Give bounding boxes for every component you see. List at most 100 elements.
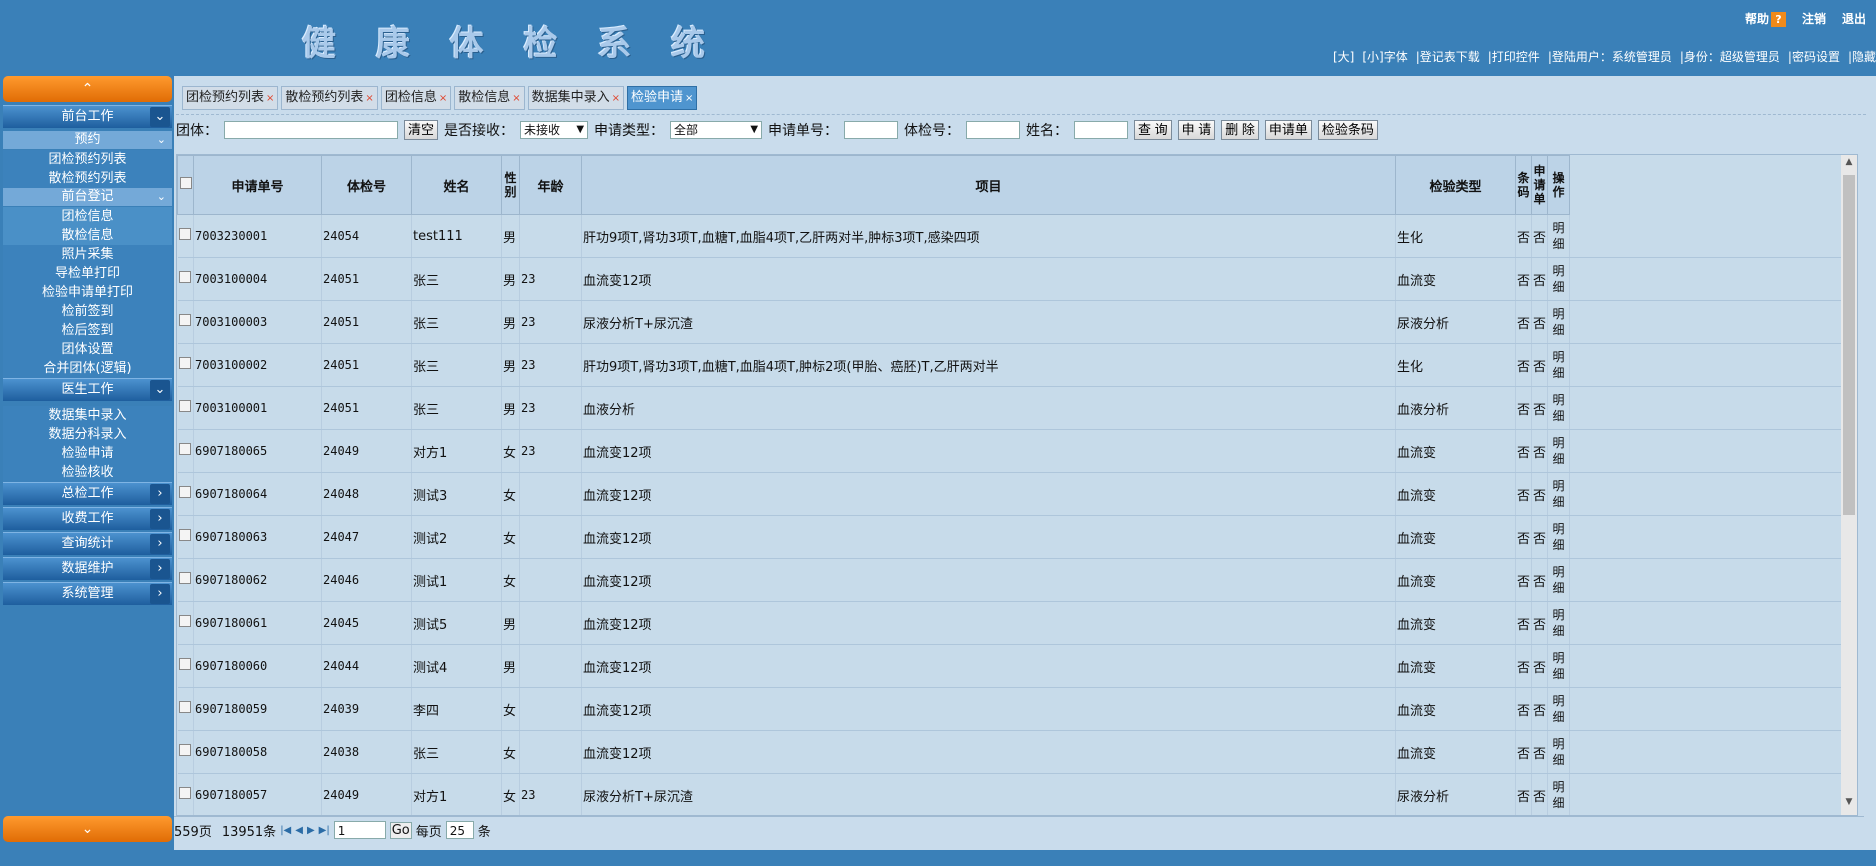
sidebar-item-individual-info[interactable]: 散检信息 — [3, 226, 172, 245]
sidebar-scroll-up-button[interactable]: ⌃ — [3, 76, 172, 102]
table-row[interactable]: 6907180065 24049 对方1 女 23 血流变12项 血流变否否明细 — [177, 429, 1842, 473]
checkbox-icon[interactable] — [178, 701, 191, 713]
detail-link[interactable]: 明细 — [1547, 386, 1570, 430]
sidebar-item-merge-groups[interactable]: 合并团体(逻辑) — [3, 359, 172, 378]
detail-link[interactable]: 明细 — [1547, 730, 1570, 774]
logout-link[interactable]: 注销 — [1802, 10, 1826, 27]
col-exam-no[interactable]: 体检号 — [321, 155, 412, 215]
table-row[interactable]: 6907180060 24044 测试4 男 血流变12项 血流变否否明细 — [177, 644, 1842, 688]
sidebar-item-group-info[interactable]: 团检信息 — [3, 207, 172, 226]
table-row[interactable]: 6907180059 24039 李四女 血流变12项 血流变否否明细 — [177, 687, 1842, 731]
apply-form-button[interactable]: 申请单 — [1264, 120, 1312, 140]
row-checkbox[interactable] — [177, 300, 194, 344]
select-all-checkbox[interactable] — [177, 155, 194, 215]
tab-individual-booking[interactable]: 散检预约列表 × — [281, 86, 378, 110]
close-icon[interactable]: × — [365, 93, 373, 104]
checkbox-icon[interactable] — [178, 658, 191, 670]
sidebar-item-group-settings[interactable]: 团体设置 — [3, 340, 172, 359]
close-icon[interactable]: × — [612, 93, 620, 104]
received-select[interactable]: 未接收 ▼ — [520, 121, 589, 139]
checkbox-icon[interactable] — [178, 787, 191, 799]
font-large-link[interactable]: [大] — [1333, 48, 1354, 65]
sidebar-sub-yuyue[interactable]: 预约 ⌄ — [3, 131, 172, 149]
sidebar-item-lab-request[interactable]: 检验申请 — [3, 444, 172, 463]
checkbox-icon[interactable] — [178, 357, 191, 369]
name-input[interactable] — [1074, 121, 1129, 139]
row-checkbox[interactable] — [177, 386, 194, 430]
tab-lab-request[interactable]: 检验申请 × — [627, 86, 698, 110]
col-age[interactable]: 年龄 — [519, 155, 582, 215]
row-checkbox[interactable] — [177, 515, 194, 559]
row-checkbox[interactable] — [177, 644, 194, 688]
table-row[interactable]: 7003100002 24051 张三男 23 肝功9项T,肾功3项T,血糖T,血脂4项… — [177, 343, 1842, 387]
sidebar-item-dept-entry[interactable]: 数据分科录入 — [3, 425, 172, 444]
group-input[interactable] — [224, 121, 398, 139]
help-link[interactable]: 帮助? — [1745, 10, 1786, 27]
apply-no-input[interactable] — [844, 121, 899, 139]
scrollbar-thumb[interactable] — [1843, 175, 1855, 515]
table-row[interactable]: 6907180062 24046 测试1 女 血流变12项 血流变否否明细 — [177, 558, 1842, 602]
close-icon[interactable]: × — [512, 93, 520, 104]
checkbox-icon[interactable] — [178, 400, 191, 412]
table-row[interactable]: 6907180064 24048 测试3 女 血流变12项 血流变否否明细 — [177, 472, 1842, 516]
checkbox-icon[interactable] — [178, 314, 191, 326]
prev-page-icon[interactable]: ◀ — [295, 825, 303, 836]
sidebar-item-central-entry[interactable]: 数据集中录入 — [3, 406, 172, 425]
print-control-link[interactable]: |打印控件 — [1488, 48, 1540, 65]
row-checkbox[interactable] — [177, 472, 194, 516]
checkbox-icon[interactable] — [178, 228, 191, 240]
table-row[interactable]: 7003100004 24051 张三男 23 血流变12项 血流变否否明细 — [177, 257, 1842, 301]
table-row[interactable]: 7003100001 24051 张三男 23 血液分析 血液分析否否明细 — [177, 386, 1842, 430]
first-page-icon[interactable]: |◀ — [280, 825, 291, 836]
sidebar-group-system[interactable]: 系统管理 › — [3, 582, 172, 605]
close-icon[interactable]: × — [439, 93, 447, 104]
row-checkbox[interactable] — [177, 429, 194, 473]
detail-link[interactable]: 明细 — [1547, 300, 1570, 344]
col-apply-form[interactable]: 申请单 — [1531, 155, 1548, 215]
detail-link[interactable]: 明细 — [1547, 773, 1570, 815]
col-name[interactable]: 姓名 — [411, 155, 502, 215]
row-checkbox[interactable] — [177, 257, 194, 301]
tab-individual-info[interactable]: 散检信息 × — [454, 86, 525, 110]
detail-link[interactable]: 明细 — [1547, 644, 1570, 688]
row-checkbox[interactable] — [177, 687, 194, 731]
detail-link[interactable]: 明细 — [1547, 601, 1570, 645]
hide-link[interactable]: |隐藏 — [1848, 48, 1876, 65]
help-icon[interactable]: ? — [1770, 12, 1786, 27]
detail-link[interactable]: 明细 — [1547, 257, 1570, 301]
exam-no-input[interactable] — [966, 121, 1021, 139]
sidebar-item-lab-form-print[interactable]: 检验申请单打印 — [3, 283, 172, 302]
tab-group-booking[interactable]: 团检预约列表 × — [182, 86, 279, 110]
sidebar-group-billing[interactable]: 收费工作 › — [3, 507, 172, 530]
table-row[interactable]: 7003100003 24051 张三男 23 尿液分析T+尿沉渣 尿液分析否否明细 — [177, 300, 1842, 344]
per-page-input[interactable]: 25 — [445, 821, 474, 839]
sidebar-group-query[interactable]: 查询统计 › — [3, 532, 172, 555]
detail-link[interactable]: 明细 — [1547, 429, 1570, 473]
delete-button[interactable]: 删 除 — [1221, 120, 1259, 140]
password-settings-link[interactable]: |密码设置 — [1788, 48, 1840, 65]
row-checkbox[interactable] — [177, 558, 194, 602]
sidebar-group-maintenance[interactable]: 数据维护 › — [3, 557, 172, 580]
exit-link[interactable]: 退出 — [1842, 10, 1866, 27]
type-select[interactable]: 全部 ▼ — [670, 121, 763, 139]
checkbox-icon[interactable] — [178, 572, 191, 584]
checkbox-icon[interactable] — [178, 486, 191, 498]
scroll-down-icon[interactable]: ▼ — [1841, 797, 1857, 813]
detail-link[interactable]: 明细 — [1547, 472, 1570, 516]
tab-group-info[interactable]: 团检信息 × — [380, 86, 452, 110]
detail-link[interactable]: 明细 — [1547, 558, 1570, 602]
table-row[interactable]: 6907180061 24045 测试5 男 血流变12项 血流变否否明细 — [177, 601, 1842, 645]
apply-button[interactable]: 申 请 — [1177, 120, 1216, 140]
sidebar-item-guide-print[interactable]: 导检单打印 — [3, 264, 172, 283]
detail-link[interactable]: 明细 — [1547, 214, 1570, 258]
checkbox-icon[interactable] — [178, 271, 191, 283]
checkbox-icon[interactable] — [178, 615, 191, 627]
close-icon[interactable]: × — [685, 93, 693, 104]
sidebar-item-photo[interactable]: 照片采集 — [3, 245, 172, 264]
sidebar-group-summary[interactable]: 总检工作 › — [3, 482, 172, 505]
next-page-icon[interactable]: ▶ — [307, 825, 315, 836]
clear-button[interactable]: 清空 — [404, 120, 439, 140]
go-button[interactable]: Go — [389, 821, 412, 839]
sidebar-item-group-booking[interactable]: 团检预约列表 — [3, 150, 172, 169]
col-type[interactable]: 检验类型 — [1395, 155, 1516, 215]
